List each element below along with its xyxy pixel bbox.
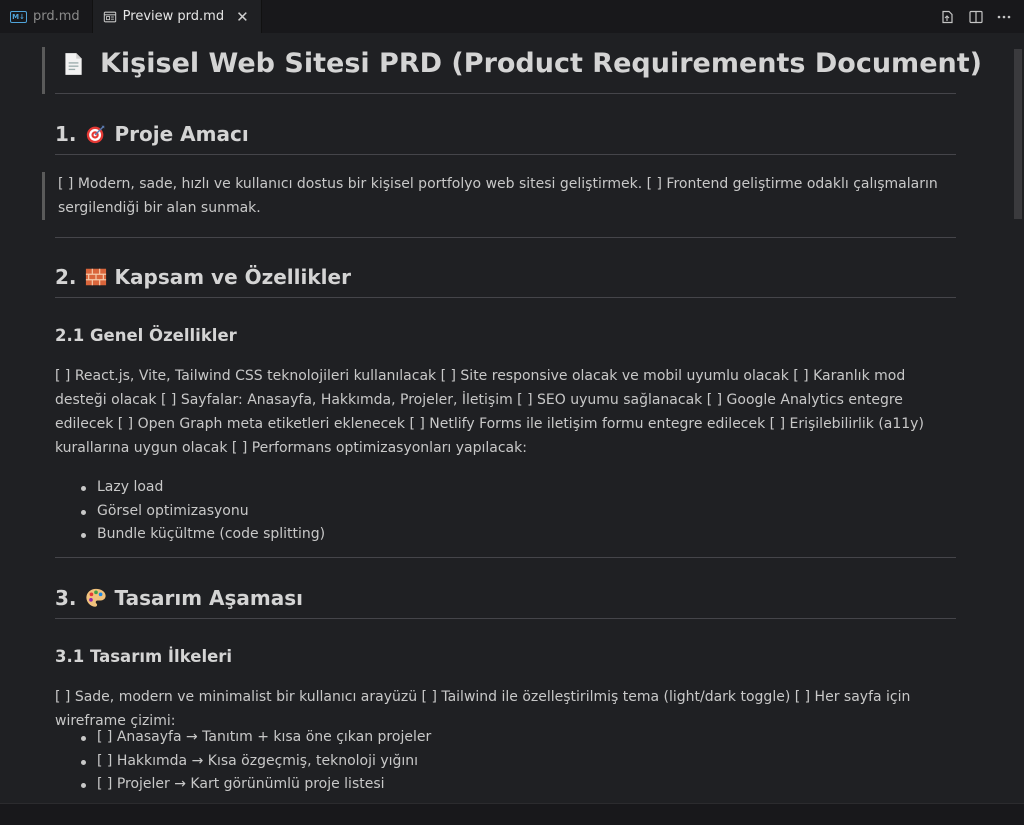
editor-actions <box>940 0 1024 33</box>
brick-icon <box>85 268 106 286</box>
section-title: Proje Amacı <box>114 122 249 146</box>
list-item: [ ] Hakkımda → Kısa özgeçmiş, teknoloji … <box>55 750 431 774</box>
section-number: 1. <box>55 122 77 146</box>
scrollbar-thumb[interactable] <box>1014 49 1022 219</box>
list-item: Bundle küçültme (code splitting) <box>55 523 325 547</box>
list-item: [ ] Anasayfa → Tanıtım + kısa öne çıkan … <box>55 726 431 750</box>
close-icon[interactable]: ✕ <box>236 8 249 26</box>
section-3-divider <box>55 618 956 619</box>
section-title: Tasarım Aşaması <box>114 586 303 610</box>
tab-prd-md[interactable]: M↓ prd.md <box>0 0 93 33</box>
editor-tab-bar: M↓ prd.md Preview prd.md ✕ <box>0 0 1024 33</box>
artist-palette-icon <box>85 588 106 607</box>
page-title-text: Kişisel Web Sitesi PRD (Product Requirem… <box>100 48 982 79</box>
more-icon[interactable] <box>996 9 1012 25</box>
tab-preview-prd-md[interactable]: Preview prd.md ✕ <box>92 0 262 33</box>
bullet-list: [ ] Anasayfa → Tanıtım + kısa öne çıkan … <box>55 726 431 797</box>
split-editor-icon[interactable] <box>968 9 984 25</box>
title-divider <box>55 93 956 94</box>
page-facing-up-icon <box>65 52 82 75</box>
tab-label: Preview prd.md <box>122 9 225 24</box>
tab-label: prd.md <box>33 9 80 24</box>
section-number: 2. <box>55 265 77 289</box>
section-divider <box>55 237 956 238</box>
paragraph: [ ] React.js, Vite, Tailwind CSS teknolo… <box>55 368 924 456</box>
section-number: 3. <box>55 586 77 610</box>
open-source-icon[interactable] <box>940 9 956 25</box>
section-1-heading: 1. Proje Amacı <box>55 122 249 146</box>
list-item: [ ] Projeler → Kart görünümlü proje list… <box>55 773 431 797</box>
page-title: Kişisel Web Sitesi PRD (Product Requirem… <box>60 48 982 79</box>
section-2-divider <box>55 297 956 298</box>
direct-hit-icon <box>86 125 104 144</box>
section-divider <box>55 557 956 558</box>
subsection-heading: 2.1 Genel Özellikler <box>55 326 237 345</box>
markdown-preview[interactable]: Kişisel Web Sitesi PRD (Product Requirem… <box>0 33 1012 803</box>
vertical-scrollbar[interactable] <box>1012 33 1024 803</box>
bullet-list: Lazy load Görsel optimizasyonu Bundle kü… <box>55 476 325 547</box>
list-item: Lazy load <box>55 476 325 500</box>
list-item: Görsel optimizasyonu <box>55 500 325 524</box>
blockquote-text: [ ] Modern, sade, hızlı ve kullanıcı dos… <box>58 176 938 216</box>
bottom-panel-edge <box>0 803 1024 825</box>
section-2-heading: 2. Kapsam ve Özellikler <box>55 265 351 289</box>
subsection-heading: 3.1 Tasarım İlkeleri <box>55 647 233 666</box>
section-1-divider <box>55 154 956 155</box>
blockquote: [ ] Modern, sade, hızlı ve kullanıcı dos… <box>42 172 959 220</box>
section-title: Kapsam ve Özellikler <box>114 265 351 289</box>
markdown-icon: M↓ <box>10 10 27 23</box>
section-3-heading: 3. Tasarım Aşaması <box>55 586 303 610</box>
preview-icon <box>103 11 116 22</box>
